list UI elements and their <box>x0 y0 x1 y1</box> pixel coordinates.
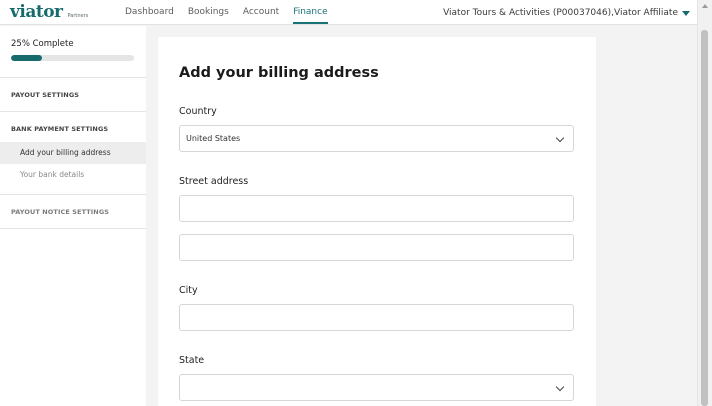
page-title: Add your billing address <box>179 65 379 81</box>
viator-partners-logo[interactable]: viator Partners <box>10 2 88 22</box>
state-label: State <box>179 355 205 366</box>
city-label: City <box>179 285 198 296</box>
account-name: Viator Tours & Activities (P00037046),Vi… <box>443 7 678 18</box>
nav-account[interactable]: Account <box>243 0 279 25</box>
nav-bookings[interactable]: Bookings <box>188 0 229 25</box>
progress-bar <box>11 55 134 61</box>
progress-block: 25% Complete <box>0 26 146 78</box>
logo-wordmark: viator <box>10 2 63 22</box>
account-menu[interactable]: Viator Tours & Activities (P00037046),Vi… <box>443 0 690 25</box>
scroll-up-arrow-icon[interactable] <box>702 4 708 8</box>
progress-fill <box>11 55 42 61</box>
main-nav: Dashboard Bookings Account Finance <box>125 0 342 25</box>
top-header: viator Partners Dashboard Bookings Accou… <box>0 0 697 25</box>
sidebar: 25% Complete PAYOUT SETTINGS BANK PAYMEN… <box>0 26 146 406</box>
country-select[interactable]: United States <box>179 125 574 152</box>
chevron-down-icon <box>555 382 565 392</box>
caret-down-icon <box>682 10 690 16</box>
bank-payment-group: BANK PAYMENT SETTINGS Add your billing a… <box>0 112 146 195</box>
state-select[interactable] <box>179 374 574 401</box>
country-label: Country <box>179 106 217 117</box>
nav-dashboard[interactable]: Dashboard <box>125 0 174 25</box>
sidebar-payout-notice-settings[interactable]: PAYOUT NOTICE SETTINGS <box>0 195 146 229</box>
street-address-label: Street address <box>179 176 249 187</box>
progress-label: 25% Complete <box>11 39 74 49</box>
sidebar-item-billing-address[interactable]: Add your billing address <box>0 142 146 164</box>
scrollbar-thumb[interactable] <box>701 30 708 406</box>
street-address-line2-input[interactable] <box>179 234 574 261</box>
city-input[interactable] <box>179 304 574 331</box>
billing-form-card: Add your billing address Country United … <box>158 37 596 406</box>
page-scrollbar[interactable] <box>697 0 712 406</box>
sidebar-bank-payment-settings[interactable]: BANK PAYMENT SETTINGS <box>0 112 146 142</box>
logo-subtitle: Partners <box>67 13 89 19</box>
sidebar-item-bank-details[interactable]: Your bank details <box>0 164 146 186</box>
nav-finance[interactable]: Finance <box>293 0 329 25</box>
country-value: United States <box>186 134 241 143</box>
sidebar-payout-settings[interactable]: PAYOUT SETTINGS <box>0 78 146 112</box>
chevron-down-icon <box>555 133 565 143</box>
street-address-line1-input[interactable] <box>179 195 574 222</box>
